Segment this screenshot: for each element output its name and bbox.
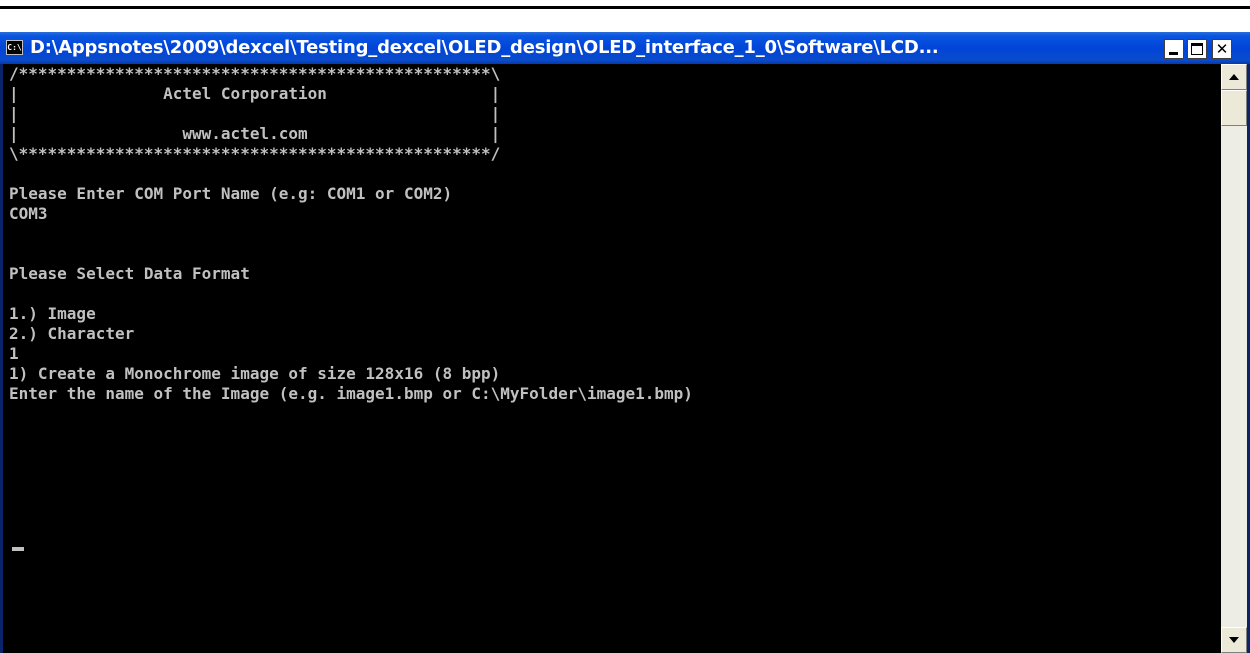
title-bar[interactable]: C:\ D:\Appsnotes\2009\dexcel\Testing_dex… (0, 32, 1250, 64)
console-line-option-image: 1.) Image (9, 304, 96, 323)
scroll-down-button[interactable] (1221, 627, 1247, 653)
close-icon: ✕ (1215, 40, 1229, 58)
console-text: /***************************************… (9, 64, 693, 404)
console-output-area[interactable]: /***************************************… (3, 64, 1221, 653)
console-line-option-character: 2.) Character (9, 324, 135, 343)
vertical-scrollbar[interactable] (1221, 64, 1247, 653)
scroll-up-button[interactable] (1221, 64, 1247, 90)
console-line-com-prompt: Please Enter COM Port Name (e.g: COM1 or… (9, 184, 453, 203)
console-line-image-info: 1) Create a Monochrome image of size 128… (9, 364, 501, 383)
console-line-com-input: COM3 (9, 204, 48, 223)
maximize-button[interactable] (1187, 39, 1207, 59)
console-line-blank (9, 224, 693, 244)
console-app-icon[interactable]: C:\ (6, 40, 23, 55)
text-cursor (12, 547, 24, 551)
window-title: D:\Appsnotes\2009\dexcel\Testing_dexcel\… (30, 37, 939, 58)
console-line-blank (9, 244, 693, 264)
console-line-website: | www.actel.com | (9, 124, 501, 143)
console-line-format-input: 1 (9, 344, 19, 363)
console-window: C:\ D:\Appsnotes\2009\dexcel\Testing_dex… (0, 32, 1250, 653)
console-line-format-prompt: Please Select Data Format (9, 264, 250, 283)
console-line-banner-top: /***************************************… (9, 64, 501, 83)
console-line-company: | Actel Corporation | (9, 84, 501, 103)
console-line-banner-blank: | | (9, 104, 501, 123)
minimize-button[interactable] (1164, 39, 1184, 59)
console-line-blank (9, 164, 693, 184)
console-line-blank (9, 284, 693, 304)
console-line-image-prompt: Enter the name of the Image (e.g. image1… (9, 384, 693, 403)
console-line-banner-bottom: \***************************************… (9, 144, 501, 163)
scroll-thumb[interactable] (1221, 90, 1247, 126)
top-divider-rule (0, 6, 1250, 9)
page: C:\ D:\Appsnotes\2009\dexcel\Testing_dex… (0, 0, 1250, 653)
close-button[interactable]: ✕ (1212, 39, 1232, 59)
